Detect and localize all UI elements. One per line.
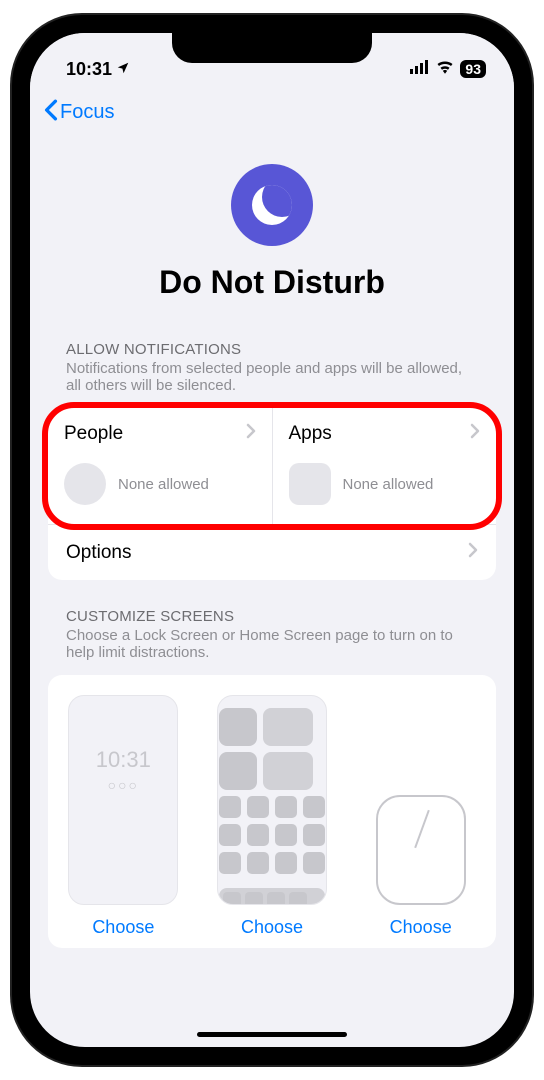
apps-status: None allowed (343, 476, 434, 493)
lock-screen-preview[interactable]: 10:31 ○○○ (68, 695, 178, 905)
apps-cell[interactable]: Apps None allowed (272, 408, 497, 524)
wifi-icon (436, 60, 454, 79)
lock-dots-icon: ○○○ (108, 777, 139, 793)
notch (172, 33, 372, 63)
avatar-placeholder-icon (64, 463, 106, 505)
status-right: 93 (410, 60, 486, 79)
cellular-signal-icon (410, 60, 430, 79)
options-row[interactable]: Options (48, 524, 496, 580)
device-frame: 10:31 93 Focus (12, 15, 532, 1065)
customize-header-subtitle: Choose a Lock Screen or Home Screen page… (66, 627, 453, 661)
location-arrow-icon (116, 59, 130, 80)
watch-preview-wrap[interactable] (366, 695, 476, 905)
lock-time: 10:31 (96, 747, 151, 773)
allow-header-subtitle: Notifications from selected people and a… (66, 360, 462, 394)
moon-icon (231, 164, 313, 246)
customize-card: 10:31 ○○○ Choose (48, 675, 496, 948)
watch-column: Choose (355, 695, 486, 938)
choose-home-button[interactable]: Choose (241, 917, 303, 938)
options-title: Options (66, 542, 131, 564)
home-screen-column: Choose (207, 695, 338, 938)
people-status: None allowed (118, 476, 209, 493)
chevron-right-icon (246, 422, 256, 445)
back-button[interactable]: Focus (60, 101, 114, 124)
customize-section-header: CUSTOMIZE SCREENS Choose a Lock Screen o… (48, 608, 496, 665)
battery-indicator: 93 (460, 60, 486, 78)
allow-card: People None allowed Apps (48, 408, 496, 580)
choose-lock-button[interactable]: Choose (92, 917, 154, 938)
chevron-right-icon (470, 422, 480, 445)
page-title: Do Not Disturb (159, 264, 385, 301)
people-cell[interactable]: People None allowed (48, 408, 272, 524)
allow-header-text: ALLOW NOTIFICATIONS (66, 341, 478, 358)
status-time-group: 10:31 (66, 59, 130, 80)
nav-bar: Focus (30, 87, 514, 142)
home-indicator[interactable] (197, 1032, 347, 1037)
apps-title: Apps (289, 423, 332, 445)
home-screen-preview[interactable] (217, 695, 327, 905)
lock-screen-column: 10:31 ○○○ Choose (58, 695, 189, 938)
app-placeholder-icon (289, 463, 331, 505)
allow-section-header: ALLOW NOTIFICATIONS Notifications from s… (48, 341, 496, 398)
screen: 10:31 93 Focus (30, 33, 514, 1047)
hero: Do Not Disturb (30, 142, 514, 341)
choose-watch-button[interactable]: Choose (390, 917, 452, 938)
status-time: 10:31 (66, 59, 112, 80)
chevron-right-icon (468, 541, 478, 564)
watch-face-icon (376, 795, 466, 905)
people-title: People (64, 423, 123, 445)
customize-header-text: CUSTOMIZE SCREENS (66, 608, 478, 625)
back-chevron-icon[interactable] (44, 97, 58, 128)
